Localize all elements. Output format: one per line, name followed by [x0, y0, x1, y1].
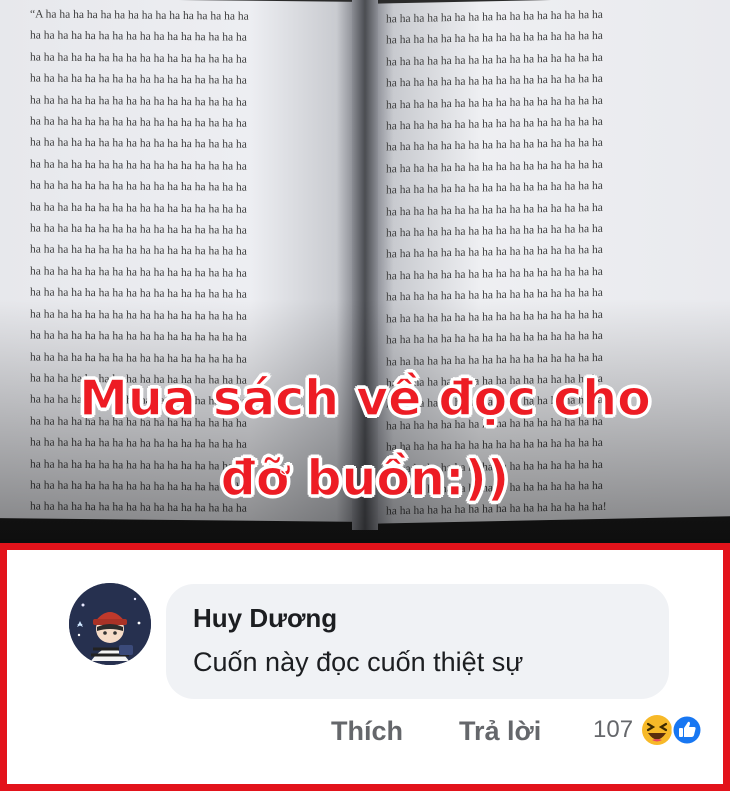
caption-line-1: Mua sách về đọc cho: [79, 369, 652, 427]
caption-line-2: đỡ buồn:)): [220, 449, 510, 507]
reply-button[interactable]: Trả lời: [459, 716, 541, 747]
comment-text: Cuốn này đọc cuốn thiệt sự: [193, 647, 524, 677]
book-photo: “A ha ha ha ha ha ha ha ha ha ha ha ha h…: [0, 0, 730, 543]
comment-author[interactable]: Huy Dương: [193, 603, 337, 634]
like-icon[interactable]: [671, 714, 703, 746]
like-button[interactable]: Thích: [331, 716, 403, 747]
comment-bubble: [166, 584, 669, 699]
haha-icon[interactable]: [639, 712, 675, 748]
avatar[interactable]: [69, 583, 151, 665]
reaction-count[interactable]: 107: [593, 716, 633, 744]
avatar-illustration: [69, 583, 151, 665]
